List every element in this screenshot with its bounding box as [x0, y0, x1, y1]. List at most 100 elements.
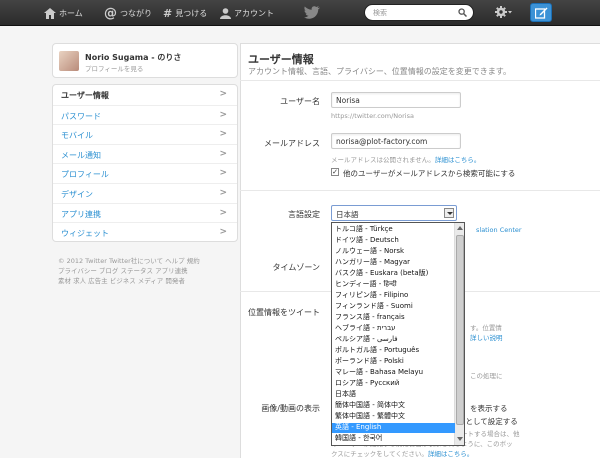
- language-option[interactable]: ヒンディー語 - हिन्दी: [332, 280, 455, 290]
- language-option[interactable]: トルコ語 - Türkçe: [332, 225, 455, 235]
- language-option[interactable]: ヘブライ語 - עברית: [332, 324, 455, 334]
- person-icon: [220, 7, 231, 19]
- email-hint: メールアドレスは公開されません。詳細はこちら。: [331, 154, 480, 164]
- footer-line[interactable]: プライバシー ブログ ステータス アプリ連携: [58, 266, 238, 276]
- scrollbar-thumb[interactable]: [456, 235, 464, 425]
- menu-item-label: モバイル: [61, 131, 93, 141]
- menu-item-password[interactable]: パスワード >: [53, 104, 237, 124]
- nav-account-label: アカウント: [234, 8, 274, 18]
- location-label: 位置情報をツイート: [248, 308, 320, 317]
- email-hint-link[interactable]: 詳細はこちら。: [435, 156, 481, 164]
- nav-connect-label: つながり: [120, 8, 152, 18]
- page-subtitle: アカウント情報、言語、プライバシー、位置情報の設定を変更できます。: [248, 67, 511, 76]
- menu-item-design[interactable]: デザイン >: [53, 183, 237, 202]
- menu-item-widgets[interactable]: ウィジェット >: [53, 222, 237, 241]
- email-field[interactable]: norisa@plot-factory.com: [331, 133, 461, 149]
- nav-discover[interactable]: # 見つける: [163, 5, 207, 21]
- language-option[interactable]: ハンガリー語 - Magyar: [332, 258, 455, 268]
- nav-home[interactable]: ホーム: [44, 5, 83, 21]
- search-icon[interactable]: [458, 8, 467, 17]
- settings-menu: ユーザー情報 > パスワード > モバイル > メール通知 > プロフィール > デザイン…: [52, 84, 238, 242]
- profile-card[interactable]: Norio Sugama - のりさ プロフィールを見る: [52, 43, 238, 78]
- chevron-right-icon: >: [219, 89, 227, 99]
- search-input[interactable]: 検索: [364, 4, 474, 21]
- at-icon: @: [104, 5, 117, 21]
- menu-item-label: プロフィール: [61, 170, 109, 180]
- media-display-label: を表示する: [470, 404, 508, 413]
- menu-item-label: アプリ連携: [61, 209, 101, 219]
- menu-item-label: メール通知: [61, 150, 101, 160]
- language-option[interactable]: フィンランド語 - Suomi: [332, 302, 455, 312]
- language-option[interactable]: ペルシア語 - فارسی: [332, 335, 455, 345]
- divider: [240, 80, 600, 81]
- bird-icon[interactable]: [304, 6, 320, 19]
- profile-name: Norio Sugama - のりさ: [85, 53, 182, 62]
- page-title: ユーザー情報: [248, 53, 314, 66]
- email-searchable-checkbox[interactable]: ✓: [331, 168, 339, 176]
- footer-line[interactable]: © 2012 Twitter Twitter社について ヘルプ 規約: [58, 256, 238, 266]
- scroll-down-icon[interactable]: [457, 437, 463, 441]
- language-select-value: 日本語: [336, 210, 359, 219]
- language-option[interactable]: ドイツ語 - Deutsch: [332, 236, 455, 246]
- language-dropdown-list[interactable]: トルコ語 - Türkçe ドイツ語 - Deutsch ノルウェー語 - Nors…: [331, 222, 465, 446]
- timezone-label: タイムゾーン: [272, 263, 320, 272]
- compose-icon: [535, 7, 548, 19]
- menu-item-label: パスワード: [61, 111, 101, 121]
- divider: [240, 190, 600, 191]
- language-option[interactable]: 簡体中国語 - 简体中文: [332, 401, 455, 411]
- media-note: クスにチェックをしてください。詳細はこちら。: [331, 448, 473, 458]
- scroll-up-icon[interactable]: [457, 226, 463, 230]
- language-option[interactable]: ノルウェー語 - Norsk: [332, 247, 455, 257]
- language-option[interactable]: ポルトガル語 - Português: [332, 346, 455, 356]
- language-select[interactable]: 日本語: [331, 205, 457, 221]
- language-option[interactable]: ポーランド語 - Polski: [332, 357, 455, 367]
- hash-icon: #: [163, 6, 173, 20]
- menu-item-mobile[interactable]: モバイル >: [53, 124, 237, 143]
- language-option[interactable]: ロシア語 - Русский: [332, 379, 455, 389]
- dropdown-scrollbar[interactable]: [454, 223, 464, 445]
- language-option[interactable]: 英語 - English: [332, 423, 455, 433]
- menu-item-email-notifications[interactable]: メール通知 >: [53, 143, 237, 163]
- chevron-right-icon: >: [219, 129, 227, 140]
- location-detail-link[interactable]: 詳しい説明: [470, 332, 503, 342]
- location-text-fragment: この処理に: [470, 372, 503, 380]
- gear-icon[interactable]: [495, 5, 513, 19]
- translation-center-link[interactable]: slation Center: [476, 226, 522, 234]
- chevron-right-icon: >: [219, 168, 227, 179]
- menu-item-label: ウィジェット: [61, 229, 109, 239]
- language-option[interactable]: フランス語 - français: [332, 313, 455, 323]
- footer-line[interactable]: 素材 求人 広告主 ビジネス メディア 開発者: [58, 276, 238, 286]
- top-navigation-bar: ホーム @ つながり # 見つける アカウント 検索: [0, 0, 600, 26]
- language-option[interactable]: 繁体中国語 - 繁體中文: [332, 412, 455, 422]
- chevron-right-icon: >: [219, 227, 227, 238]
- language-option[interactable]: バスク語 - Euskara (beta版): [332, 269, 455, 279]
- footer-links: © 2012 Twitter Twitter社について ヘルプ 規約 プライバシ…: [58, 256, 238, 286]
- home-icon: [44, 7, 56, 19]
- language-option[interactable]: 日本語: [332, 390, 455, 400]
- media-note-link[interactable]: 詳細はこちら。: [428, 450, 474, 458]
- menu-item-account[interactable]: ユーザー情報 >: [53, 85, 237, 104]
- email-label: メールアドレス: [264, 139, 320, 148]
- language-label: 言語設定: [288, 210, 320, 219]
- view-profile-link[interactable]: プロフィールを見る: [85, 63, 143, 73]
- menu-item-apps[interactable]: アプリ連携 >: [53, 202, 237, 222]
- compose-tweet-button[interactable]: [530, 3, 552, 22]
- chevron-down-icon[interactable]: [444, 208, 454, 218]
- chevron-right-icon: >: [219, 148, 227, 159]
- media-note-text: クスにチェックをしてください。: [331, 450, 428, 458]
- menu-item-profile[interactable]: プロフィール >: [53, 163, 237, 182]
- language-option[interactable]: フィリピン語 - Filipino: [332, 291, 455, 301]
- language-option[interactable]: 韓国語 - 한국어: [332, 434, 455, 444]
- language-option[interactable]: マレー語 - Bahasa Melayu: [332, 368, 455, 378]
- chevron-right-icon: >: [219, 109, 227, 120]
- chevron-right-icon: >: [219, 207, 227, 218]
- nav-connect[interactable]: @ つながり: [104, 5, 152, 21]
- email-hint-text: メールアドレスは公開されません。: [331, 156, 435, 164]
- location-text-fragment: す。位置情: [470, 324, 502, 332]
- avatar[interactable]: [59, 51, 79, 71]
- search-placeholder: 検索: [373, 9, 387, 17]
- menu-item-label: ユーザー情報: [61, 91, 109, 100]
- media-label: 画像/動画の表示: [261, 404, 320, 413]
- nav-account[interactable]: アカウント: [220, 5, 274, 21]
- username-field[interactable]: Norisa: [331, 92, 461, 108]
